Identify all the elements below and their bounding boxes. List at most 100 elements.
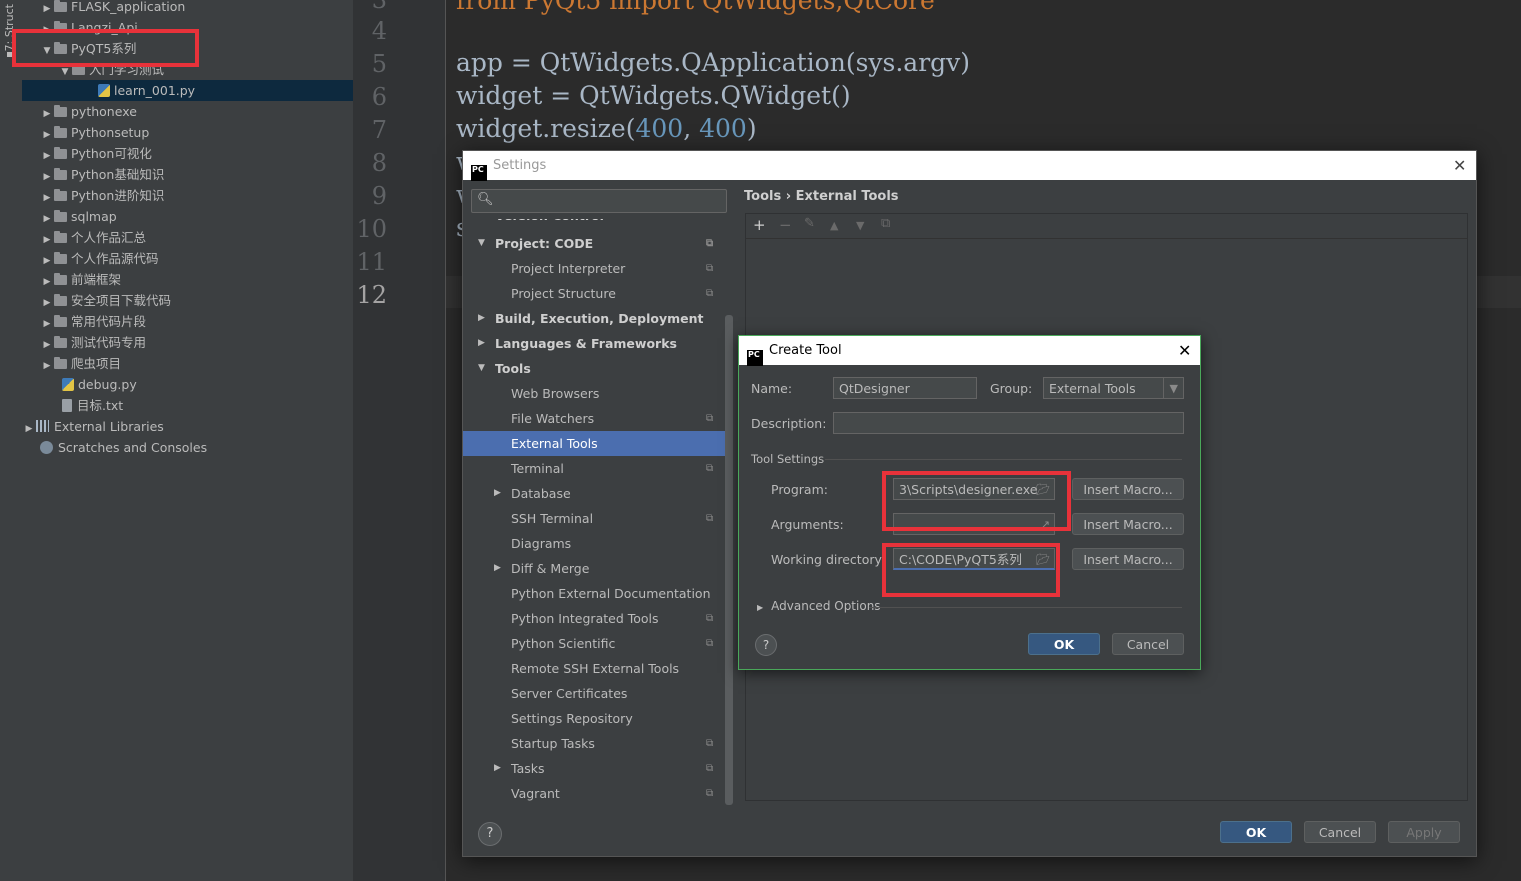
tree-item-test-code[interactable]: ▶ 测试代码专用 (40, 332, 146, 353)
nav-build-execution[interactable]: ▶ Build, Execution, Deployment (463, 306, 725, 331)
chevron-down-icon[interactable]: ▼ (478, 231, 485, 256)
code-line-3[interactable]: from PyQt5 import QtWidgets,QtCore (456, 0, 935, 15)
description-input[interactable] (833, 412, 1184, 434)
nav-scrollbar[interactable] (725, 315, 733, 805)
nav-project-interpreter[interactable]: Project Interpreter ⧉ (463, 256, 725, 281)
nav-file-watchers[interactable]: File Watchers ⧉ (463, 406, 725, 431)
tree-item-crawler[interactable]: ▶ 爬虫项目 (40, 353, 121, 374)
highlight-box-program (882, 471, 1071, 531)
create-tool-title-bar[interactable]: PC Create Tool ✕ (739, 336, 1200, 366)
tree-item-snippets[interactable]: ▶ 常用代码片段 (40, 311, 146, 332)
nav-tools[interactable]: ▼ Tools (463, 356, 725, 381)
nav-external-tools[interactable]: External Tools (463, 431, 725, 456)
arguments-insert-macro-button[interactable]: Insert Macro... (1072, 513, 1184, 535)
tree-item-pythonexe[interactable]: ▶ pythonexe (40, 101, 137, 122)
project-tree[interactable]: ▶ FLASK_application ▶ Langzi_Api ▼ PyQT5系列 … (22, 0, 353, 881)
settings-apply-button[interactable]: Apply (1388, 821, 1460, 843)
nav-languages-frameworks[interactable]: ▶ Languages & Frameworks (463, 331, 725, 356)
chevron-right-icon[interactable]: ▶ (22, 419, 36, 440)
nav-terminal[interactable]: Terminal ⧉ (463, 456, 725, 481)
code-line-7[interactable]: widget.resize(400, 400) (456, 114, 757, 143)
nav-remote-ssh-external-tools[interactable]: Remote SSH External Tools (463, 656, 725, 681)
nav-settings-repository[interactable]: Settings Repository (463, 706, 725, 731)
line-number: 7 (371, 116, 387, 144)
nav-startup-tasks[interactable]: Startup Tasks ⧉ (463, 731, 725, 756)
move-down-icon[interactable]: ▼ (856, 219, 864, 232)
nav-diff-merge[interactable]: ▶ Diff & Merge (463, 556, 725, 581)
nav-python-scientific[interactable]: Python Scientific ⧉ (463, 631, 725, 656)
group-select[interactable]: External Tools ▼ (1043, 377, 1184, 399)
tree-item-external-libraries[interactable]: ▶ External Libraries (22, 416, 164, 437)
pycharm-logo-icon: PC (471, 165, 487, 181)
close-icon[interactable]: ✕ (1453, 151, 1466, 180)
tree-item-python-basics[interactable]: ▶ Python基础知识 (40, 164, 165, 185)
tree-item-python-visualization[interactable]: ▶ Python可视化 (40, 143, 152, 164)
settings-title: Settings (493, 158, 547, 173)
arguments-label: Arguments: (771, 517, 844, 532)
nav-python-integrated-tools[interactable]: Python Integrated Tools ⧉ (463, 606, 725, 631)
settings-nav-tree[interactable]: Version Control⧉ ▼Project: CODE⧉ Project… (463, 219, 733, 809)
create-tool-ok-button[interactable]: OK (1028, 633, 1100, 655)
tree-item-python-advanced[interactable]: ▶ Python进阶知识 (40, 185, 165, 206)
section-divider (825, 459, 1182, 460)
tree-item-target-txt[interactable]: 目标.txt (62, 395, 123, 416)
nav-tasks[interactable]: ▶ Tasks ⧉ (463, 756, 725, 781)
nav-server-certificates[interactable]: Server Certificates (463, 681, 725, 706)
project-config-icon: ⧉ (706, 763, 714, 774)
chevron-right-icon[interactable]: ▶ (494, 756, 501, 781)
folder-icon (54, 273, 67, 285)
nav-web-browsers[interactable]: Web Browsers (463, 381, 725, 406)
settings-cancel-button[interactable]: Cancel (1304, 821, 1376, 843)
advanced-options-toggle[interactable]: ▶ Advanced Options (757, 599, 881, 613)
tree-item-debug-py[interactable]: debug.py (62, 374, 137, 395)
project-config-icon: ⧉ (706, 219, 713, 228)
settings-title-bar[interactable]: PC Settings ✕ (463, 151, 1476, 181)
tree-item-works-summary[interactable]: ▶ 个人作品汇总 (40, 227, 146, 248)
nav-diagrams[interactable]: Diagrams (463, 531, 725, 556)
chevron-right-icon[interactable]: ▶ (40, 356, 54, 377)
chevron-right-icon[interactable]: ▶ (494, 481, 501, 506)
name-input[interactable]: QtDesigner (833, 377, 977, 399)
copy-icon[interactable]: ⧉ (881, 216, 890, 231)
chevron-down-icon[interactable]: ▼ (478, 356, 485, 381)
chevron-right-icon[interactable]: ▶ (494, 556, 501, 581)
tree-item-flask-application[interactable]: ▶ FLASK_application (40, 0, 185, 17)
structure-tool-strip[interactable]: 7: Struct (0, 0, 23, 881)
tree-item-works-source[interactable]: ▶ 个人作品源代码 (40, 248, 159, 269)
tree-item-frontend[interactable]: ▶ 前端框架 (40, 269, 121, 290)
code-line-5[interactable]: app = QtWidgets.QApplication(sys.argv) (456, 48, 970, 77)
python-file-icon (98, 84, 110, 97)
workdir-insert-macro-button[interactable]: Insert Macro... (1072, 548, 1184, 570)
edit-icon[interactable]: ✎ (804, 216, 815, 231)
chevron-right-icon[interactable]: ▶ (478, 306, 485, 331)
settings-search-input[interactable]: 🔍︎ (471, 189, 727, 213)
tree-item-scratches[interactable]: Scratches and Consoles (40, 437, 207, 458)
remove-icon[interactable]: − (779, 216, 792, 234)
tree-item-pythonsetup[interactable]: ▶ Pythonsetup (40, 122, 150, 143)
help-button[interactable]: ? (478, 822, 502, 846)
nav-database[interactable]: ▶ Database (463, 481, 725, 506)
close-icon[interactable]: ✕ (1178, 336, 1191, 365)
help-button[interactable]: ? (755, 634, 777, 656)
nav-python-external-docs[interactable]: Python External Documentation (463, 581, 725, 606)
chevron-right-icon[interactable]: ▶ (757, 603, 763, 612)
folder-icon (54, 126, 67, 138)
create-tool-cancel-button[interactable]: Cancel (1112, 633, 1184, 655)
nav-project-structure[interactable]: Project Structure ⧉ (463, 281, 725, 306)
tree-item-sqlmap[interactable]: ▶ sqlmap (40, 206, 117, 227)
line-number: 11 (356, 248, 387, 276)
add-icon[interactable]: + (753, 216, 766, 234)
chevron-right-icon[interactable]: ▶ (478, 331, 485, 356)
tree-item-security-projects[interactable]: ▶ 安全项目下载代码 (40, 290, 171, 311)
nav-project-code[interactable]: ▼ Project: CODE ⧉ (463, 231, 725, 256)
settings-ok-button[interactable]: OK (1220, 821, 1292, 843)
pycharm-logo-icon: PC (747, 350, 763, 366)
dropdown-arrow-icon[interactable]: ▼ (1162, 378, 1178, 398)
code-line-6[interactable]: widget = QtWidgets.QWidget() (456, 81, 851, 110)
nav-ssh-terminal[interactable]: SSH Terminal ⧉ (463, 506, 725, 531)
nav-vagrant[interactable]: Vagrant ⧉ (463, 781, 725, 806)
tree-item-learn-001[interactable]: learn_001.py (22, 80, 353, 101)
move-up-icon[interactable]: ▲ (830, 219, 838, 232)
nav-version-control[interactable]: Version Control⧉ (463, 219, 725, 228)
program-insert-macro-button[interactable]: Insert Macro... (1072, 478, 1184, 500)
